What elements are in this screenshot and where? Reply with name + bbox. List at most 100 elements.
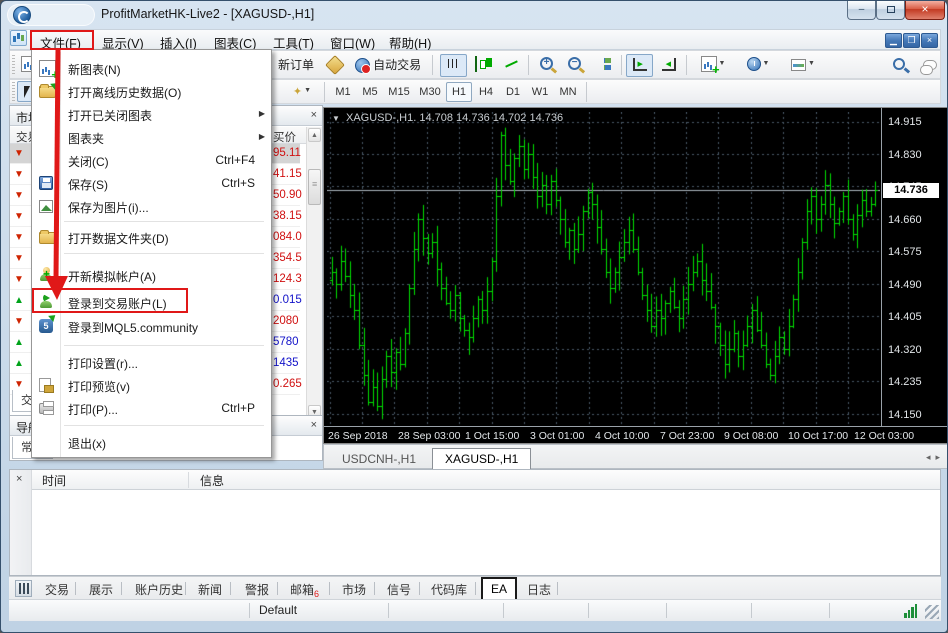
timeframe-w1[interactable]: W1 bbox=[527, 82, 553, 102]
metaeditor-button[interactable] bbox=[322, 54, 348, 77]
menu-item-print-setup[interactable]: 打印设置(r)... bbox=[34, 351, 271, 374]
menu-item-login-mql5[interactable]: 5登录到MQL5.community bbox=[34, 315, 271, 338]
price-tick: 14.830 bbox=[888, 149, 922, 161]
timeframe-m5[interactable]: M5 bbox=[357, 82, 383, 102]
tab-mailbox[interactable]: 邮箱6 bbox=[290, 581, 319, 599]
tick-arrow-icon bbox=[14, 169, 24, 180]
timeframe-m1[interactable]: M1 bbox=[330, 82, 356, 102]
title-bar[interactable]: ProfitMarketHK-Live2 - [XAGUSD-,H1] – × bbox=[1, 1, 948, 29]
app-logo-icon bbox=[13, 6, 31, 24]
terminal-icon[interactable] bbox=[15, 580, 32, 597]
tab-ea-active[interactable]: EA bbox=[481, 577, 517, 600]
timeframe-h1[interactable]: H1 bbox=[446, 82, 472, 102]
tile-windows-button[interactable] bbox=[590, 54, 617, 77]
tab-exposure[interactable]: 展示 bbox=[89, 581, 113, 598]
resize-grip[interactable] bbox=[925, 605, 939, 619]
timeframe-h4[interactable]: H4 bbox=[473, 82, 499, 102]
autotrading-button[interactable]: 自动交易 bbox=[350, 54, 426, 77]
tab-code-base[interactable]: 代码库 bbox=[431, 581, 467, 598]
price-tick: 14.490 bbox=[888, 279, 922, 291]
menu-item-print[interactable]: 打印(P)...Ctrl+P bbox=[34, 397, 271, 420]
market-watch-scrollbar[interactable]: ▲ ▼ bbox=[306, 127, 322, 420]
bar-chart-mode-button[interactable] bbox=[440, 54, 467, 77]
tab-account-history[interactable]: 账户历史 bbox=[135, 581, 183, 598]
zoom-in-button[interactable]: + bbox=[533, 54, 560, 77]
close-button[interactable]: × bbox=[905, 1, 945, 20]
price-chart-canvas[interactable] bbox=[327, 112, 880, 425]
tab-signals[interactable]: 信号 bbox=[387, 581, 411, 598]
toolbar-separator bbox=[432, 55, 433, 75]
indicators-icon bbox=[701, 56, 717, 72]
timeframe-mn[interactable]: MN bbox=[554, 82, 582, 102]
minimize-button[interactable]: – bbox=[847, 1, 876, 20]
chevron-down-icon: ▼ bbox=[808, 60, 815, 67]
toolbar-separator bbox=[586, 82, 587, 102]
tab-journal[interactable]: 日志 bbox=[527, 581, 551, 598]
scrollbar-thumb[interactable] bbox=[308, 169, 321, 205]
tab-alerts[interactable]: 警报 bbox=[245, 581, 269, 598]
timeframe-d1[interactable]: D1 bbox=[500, 82, 526, 102]
close-icon[interactable]: × bbox=[16, 473, 22, 485]
auto-scroll-button[interactable] bbox=[626, 54, 653, 77]
mdi-close-button[interactable]: × bbox=[921, 33, 938, 48]
menu-item-exit[interactable]: 退出(x) bbox=[34, 431, 271, 454]
bid-column-header[interactable]: 买价 bbox=[273, 129, 296, 145]
chart-tab-bar: USDCNH-,H1 XAGUSD-,H1 ◂ ▸ bbox=[323, 444, 948, 469]
menu-item-print-preview[interactable]: 打印预览(v) bbox=[34, 374, 271, 397]
status-bar: Default bbox=[9, 599, 941, 621]
time-tick: 10 Oct 17:00 bbox=[788, 430, 848, 442]
terminal-panel: × 时间 信息 bbox=[9, 469, 941, 576]
periods-dropdown[interactable]: ▼ bbox=[738, 54, 778, 77]
bar-chart-icon bbox=[446, 56, 462, 72]
price-tick: 14.320 bbox=[888, 344, 922, 356]
candlestick-mode-button[interactable] bbox=[469, 54, 496, 77]
price-tick: 14.235 bbox=[888, 376, 922, 388]
chat-button[interactable] bbox=[916, 54, 944, 77]
tab-market[interactable]: 市场 bbox=[342, 581, 366, 598]
message-column-header[interactable]: 信息 bbox=[200, 472, 224, 489]
chart-shift-button[interactable] bbox=[655, 54, 682, 77]
styler-dropdown[interactable]: ✦▼ bbox=[285, 81, 319, 102]
autotrading-label: 自动交易 bbox=[373, 58, 421, 72]
tab-news[interactable]: 新闻 bbox=[198, 581, 222, 598]
timeframe-m30[interactable]: M30 bbox=[415, 82, 445, 102]
profile-name[interactable]: Default bbox=[259, 603, 297, 617]
price-tick: 14.575 bbox=[888, 246, 922, 258]
indicators-dropdown[interactable]: ▼ bbox=[693, 54, 733, 77]
minimize-icon: – bbox=[859, 4, 865, 15]
chat-icon bbox=[923, 60, 937, 70]
chart-window-icon[interactable] bbox=[10, 30, 27, 46]
bid-price: 354.5 bbox=[273, 252, 302, 264]
mdi-minimize-button[interactable]: ▁ bbox=[885, 33, 902, 48]
tab-scroll-arrows[interactable]: ◂ ▸ bbox=[926, 452, 940, 463]
tick-arrow-icon bbox=[14, 379, 24, 390]
zoom-out-button[interactable]: − bbox=[561, 54, 588, 77]
chart-ohlc-values: 14.708 14.736 14.702 14.736 bbox=[419, 112, 563, 124]
close-icon[interactable]: × bbox=[311, 419, 317, 431]
mdi-restore-button[interactable]: ❒ bbox=[903, 33, 920, 48]
styler-icon: ✦ bbox=[293, 86, 302, 98]
tick-arrow-icon bbox=[14, 316, 24, 327]
chart-window[interactable]: ▼ XAGUSD-,H1. 14.708 14.736 14.702 14.73… bbox=[323, 107, 948, 444]
column-divider[interactable] bbox=[188, 472, 189, 488]
time-tick: 7 Oct 23:00 bbox=[660, 430, 714, 442]
scroll-up-icon[interactable]: ▲ bbox=[308, 128, 321, 142]
time-column-header[interactable]: 时间 bbox=[42, 472, 66, 489]
tab-trade[interactable]: 交易 bbox=[45, 581, 69, 598]
search-button[interactable] bbox=[886, 54, 912, 77]
line-chart-mode-button[interactable] bbox=[498, 54, 525, 77]
timeframe-m15[interactable]: M15 bbox=[384, 82, 414, 102]
bid-price: 5780 bbox=[273, 336, 299, 348]
maximize-button[interactable] bbox=[876, 1, 905, 20]
templates-dropdown[interactable]: ▼ bbox=[783, 54, 823, 77]
close-icon[interactable]: × bbox=[311, 109, 317, 121]
terminal-header-row: 时间 信息 bbox=[32, 470, 940, 490]
price-tick: 14.150 bbox=[888, 409, 922, 421]
tick-arrow-icon bbox=[14, 358, 24, 369]
toolbar-grip[interactable] bbox=[12, 82, 15, 102]
toolbar-grip[interactable] bbox=[12, 55, 15, 75]
time-axis-separator bbox=[324, 426, 948, 427]
mql5-icon: 5 bbox=[39, 319, 53, 333]
new-order-button[interactable]: 新订单 bbox=[272, 54, 320, 77]
tab-usdcnh-h1[interactable]: USDCNH-,H1 bbox=[330, 448, 428, 470]
